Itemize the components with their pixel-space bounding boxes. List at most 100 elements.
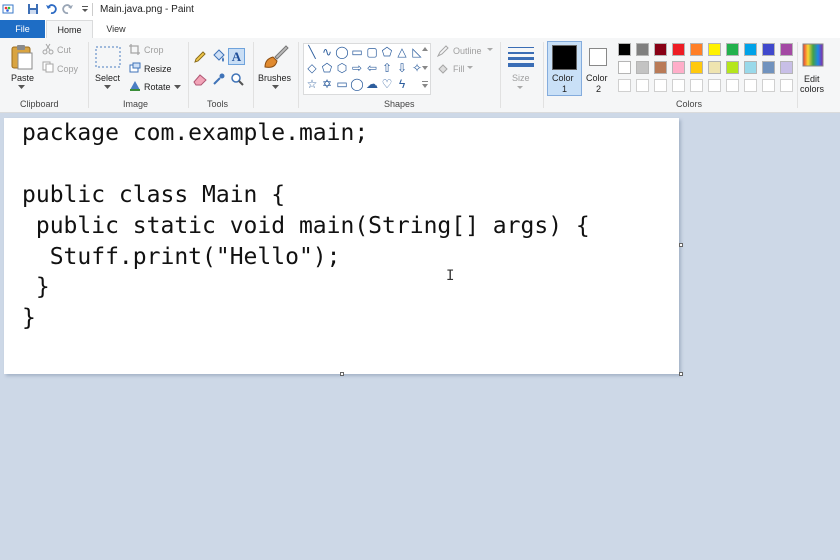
crop-button[interactable]: Crop (144, 45, 164, 55)
canvas[interactable]: package com.example.main; public class M… (4, 118, 679, 374)
select-button[interactable]: Select (95, 73, 120, 83)
palette-swatch[interactable] (690, 43, 703, 56)
palette-swatch[interactable] (708, 61, 721, 74)
right-triangle-shape-icon[interactable]: ◺ (410, 45, 424, 59)
chevron-down-icon[interactable] (272, 85, 279, 90)
chevron-down-icon[interactable] (487, 48, 493, 52)
rotate-button[interactable]: Rotate (144, 82, 171, 92)
custom-color-slot[interactable] (762, 79, 775, 92)
palette-swatch[interactable] (726, 43, 739, 56)
resize-button[interactable]: Resize (144, 64, 172, 74)
brushes-button[interactable]: Brushes (258, 73, 291, 83)
down-arrow-shape-icon[interactable]: ⇩ (395, 61, 409, 75)
chevron-down-icon[interactable] (517, 86, 523, 90)
palette-swatch[interactable] (672, 61, 685, 74)
custom-color-slot[interactable] (654, 79, 667, 92)
triangle-shape-icon[interactable]: △ (395, 45, 409, 59)
color2-label[interactable]: Color (586, 73, 608, 83)
oval-shape-icon[interactable]: ◯ (335, 45, 349, 59)
size-icon[interactable] (507, 45, 535, 67)
size-button[interactable]: Size (512, 73, 530, 83)
four-point-star-shape-icon[interactable]: ✧ (410, 61, 424, 75)
heart-shape-icon[interactable]: ♡ (380, 77, 394, 91)
outline-icon[interactable] (437, 45, 449, 57)
fill-bucket-icon[interactable] (211, 49, 226, 64)
rounded-rectangle-shape-icon[interactable]: ▢ (365, 45, 379, 59)
diamond-shape-icon[interactable]: ◇ (305, 61, 319, 75)
edit-colors-label-2[interactable]: colors (800, 84, 824, 94)
rounded-callout-shape-icon[interactable]: ▭ (335, 77, 349, 91)
hexagon-shape-icon[interactable]: ⬡ (335, 61, 349, 75)
palette-swatch[interactable] (762, 43, 775, 56)
lightning-shape-icon[interactable]: ϟ (395, 77, 409, 91)
tab-view[interactable]: View (96, 20, 136, 38)
tab-file[interactable]: File (0, 20, 45, 38)
palette-swatch[interactable] (636, 61, 649, 74)
copy-icon[interactable] (42, 61, 54, 73)
custom-color-slot[interactable] (690, 79, 703, 92)
six-point-star-shape-icon[interactable]: ✡ (320, 77, 334, 91)
text-tool-icon[interactable]: A (228, 48, 245, 65)
custom-color-slot[interactable] (726, 79, 739, 92)
palette-swatch[interactable] (618, 43, 631, 56)
redo-icon[interactable] (62, 3, 74, 15)
color2-number[interactable]: 2 (596, 84, 601, 94)
resize-handle-bottom[interactable] (340, 372, 344, 376)
palette-swatch[interactable] (654, 43, 667, 56)
paint-app-icon[interactable] (2, 3, 14, 15)
chevron-down-icon[interactable] (18, 85, 25, 90)
resize-handle-right[interactable] (679, 243, 683, 247)
cloud-callout-shape-icon[interactable]: ☁ (365, 77, 379, 91)
color-picker-icon[interactable] (212, 72, 226, 86)
eraser-icon[interactable] (193, 73, 208, 86)
color1-swatch[interactable] (552, 45, 577, 70)
palette-swatch[interactable] (636, 43, 649, 56)
palette-swatch[interactable] (726, 61, 739, 74)
pentagon-shape-icon[interactable]: ⬠ (320, 61, 334, 75)
pencil-icon[interactable] (193, 50, 207, 64)
rectangle-shape-icon[interactable]: ▭ (350, 45, 364, 59)
copy-button[interactable]: Copy (57, 64, 78, 74)
palette-swatch[interactable] (744, 61, 757, 74)
resize-handle-corner[interactable] (679, 372, 683, 376)
select-icon[interactable] (95, 46, 121, 68)
chevron-down-icon[interactable] (104, 85, 111, 90)
cut-button[interactable]: Cut (57, 45, 71, 55)
custom-color-slot[interactable] (744, 79, 757, 92)
curve-shape-icon[interactable]: ∿ (320, 45, 334, 59)
palette-swatch[interactable] (654, 61, 667, 74)
palette-swatch[interactable] (690, 61, 703, 74)
custom-color-slot[interactable] (636, 79, 649, 92)
palette-swatch[interactable] (672, 43, 685, 56)
customize-quick-access-icon[interactable] (79, 3, 91, 15)
paste-button[interactable]: Paste (11, 73, 34, 83)
paste-icon[interactable] (10, 44, 34, 70)
edit-colors-label-1[interactable]: Edit (804, 74, 820, 84)
palette-swatch[interactable] (762, 61, 775, 74)
brushes-icon[interactable] (261, 43, 289, 71)
custom-color-slot[interactable] (672, 79, 685, 92)
outline-button[interactable]: Outline (453, 46, 482, 56)
color2-swatch[interactable] (589, 48, 607, 66)
undo-icon[interactable] (45, 3, 57, 15)
tab-home[interactable]: Home (46, 20, 93, 38)
palette-swatch[interactable] (744, 43, 757, 56)
custom-color-slot[interactable] (618, 79, 631, 92)
up-arrow-shape-icon[interactable]: ⇧ (380, 61, 394, 75)
five-point-star-shape-icon[interactable]: ☆ (305, 77, 319, 91)
crop-icon[interactable] (129, 44, 140, 55)
magnifier-icon[interactable] (230, 72, 244, 86)
edit-colors-icon[interactable] (802, 43, 824, 67)
resize-icon[interactable] (129, 62, 141, 73)
chevron-down-icon[interactable] (467, 66, 473, 70)
rotate-icon[interactable] (129, 80, 141, 91)
oval-callout-shape-icon[interactable]: ◯ (350, 77, 364, 91)
palette-swatch[interactable] (618, 61, 631, 74)
polygon-shape-icon[interactable]: ⬠ (380, 45, 394, 59)
right-arrow-shape-icon[interactable]: ⇨ (350, 61, 364, 75)
left-arrow-shape-icon[interactable]: ⇦ (365, 61, 379, 75)
fill-button[interactable]: Fill (453, 64, 465, 74)
custom-color-slot[interactable] (780, 79, 793, 92)
cut-icon[interactable] (42, 43, 54, 55)
save-icon[interactable] (27, 3, 39, 15)
